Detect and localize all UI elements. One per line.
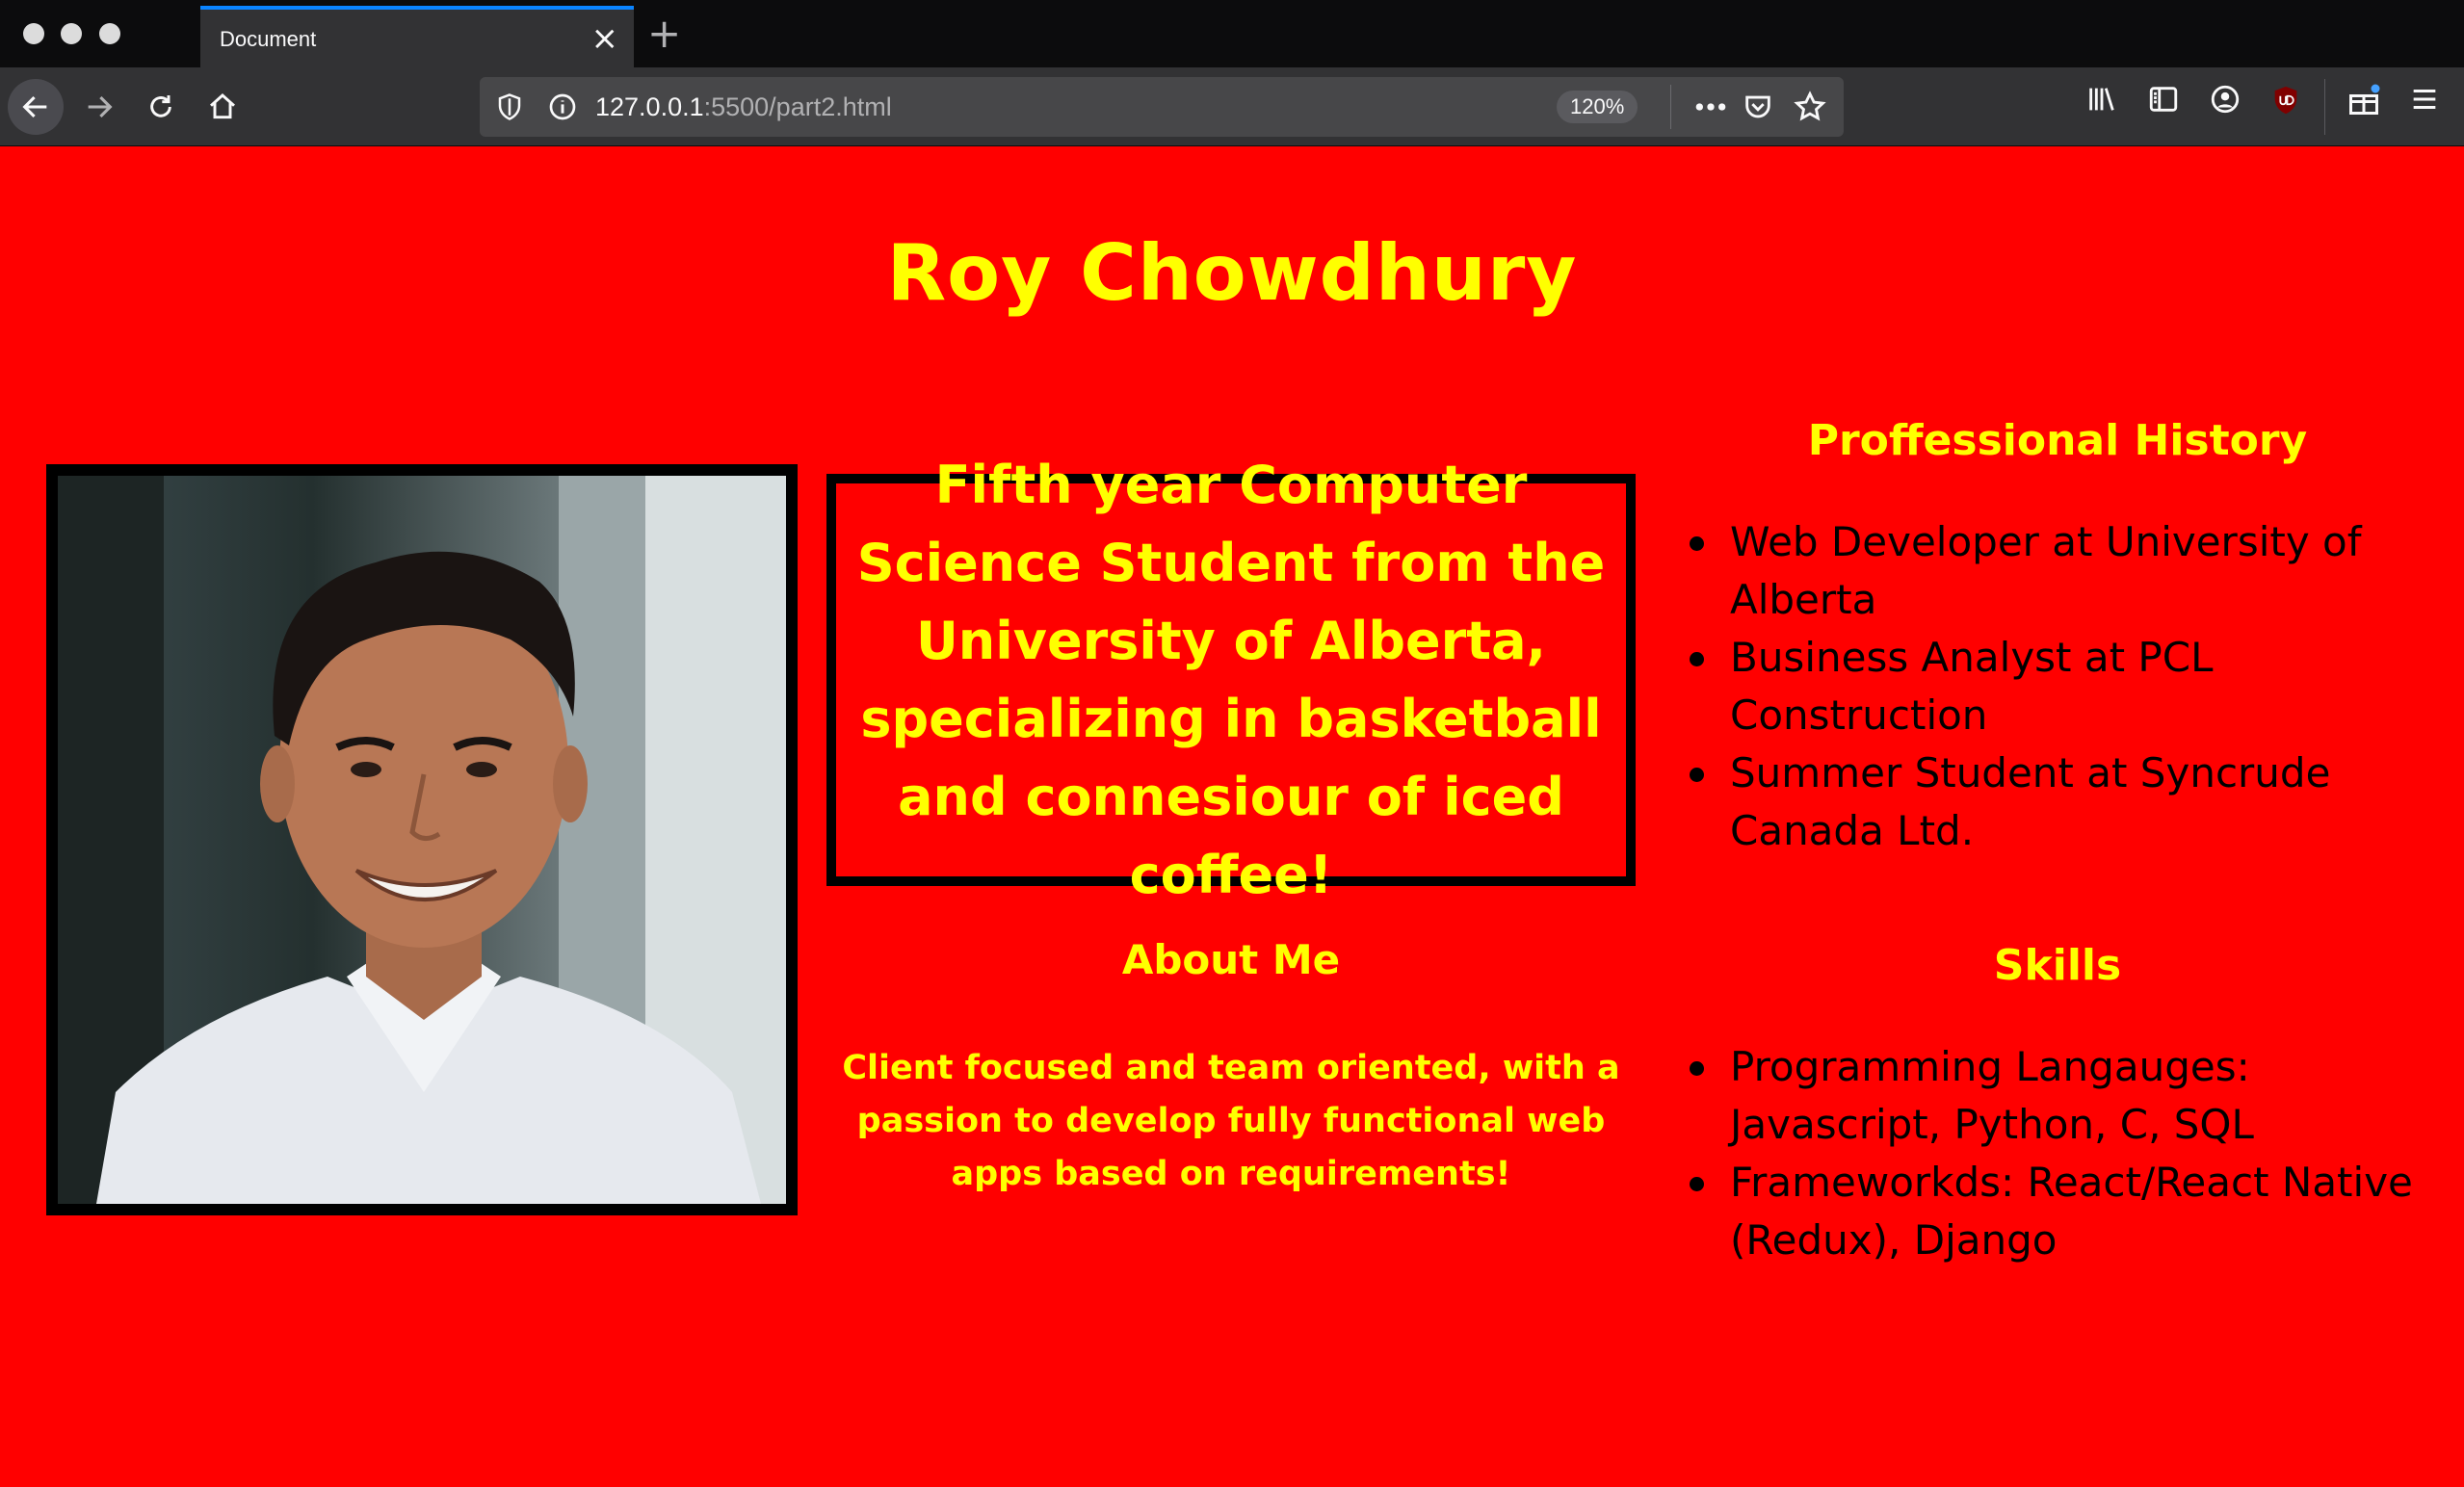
- list-item: Web Developer at University of Alberta: [1672, 513, 2443, 629]
- ublock-icon[interactable]: [2269, 83, 2302, 117]
- minimize-window-button[interactable]: [61, 23, 82, 44]
- history-section: Proffessional History Web Developer at U…: [1672, 416, 2443, 860]
- back-button[interactable]: [8, 79, 64, 135]
- url-bar-divider: [1670, 85, 1671, 129]
- menu-icon[interactable]: [2408, 83, 2441, 116]
- close-tab-icon[interactable]: ×: [591, 19, 619, 58]
- account-icon[interactable]: [2208, 83, 2242, 116]
- profile-photo: [46, 464, 798, 1215]
- zoom-level-badge[interactable]: 120%: [1557, 91, 1638, 123]
- reload-icon: [150, 95, 171, 117]
- list-item: Programming Langauges: Javascript, Pytho…: [1672, 1038, 2443, 1154]
- history-heading: Proffessional History: [1807, 416, 2308, 465]
- back-arrow-icon: [22, 95, 47, 118]
- about-text: Client focused and team oriented, with a…: [842, 1049, 1620, 1193]
- tab-bar: Document × +: [0, 0, 2464, 67]
- home-icon: [210, 93, 235, 119]
- list-item: Frameworkds: React/React Native (Redux),…: [1672, 1154, 2443, 1269]
- skills-list: Programming Langauges: Javascript, Pytho…: [1672, 1038, 2443, 1269]
- close-window-button[interactable]: [23, 23, 44, 44]
- sidebar-icon[interactable]: [2146, 83, 2181, 116]
- skills-section: Skills Programming Langauges: Javascript…: [1672, 941, 2443, 1269]
- url-path: :5500/part2.html: [703, 92, 892, 121]
- toolbar-divider: [2324, 79, 2325, 135]
- history-list: Web Developer at University of Alberta B…: [1672, 513, 2443, 860]
- page-title: Roy Chowdhury: [886, 228, 1578, 318]
- site-info-icon[interactable]: [547, 91, 578, 122]
- url-host: 127.0.0.1: [595, 92, 704, 121]
- reload-button[interactable]: [133, 79, 189, 135]
- library-icon[interactable]: [2084, 83, 2119, 116]
- intro-text: Fifth year Computer Science Student from…: [856, 455, 1606, 905]
- new-tab-button[interactable]: +: [647, 12, 681, 56]
- skills-heading: Skills: [1993, 941, 2122, 990]
- more-actions-icon[interactable]: [1691, 92, 1730, 121]
- bookmark-star-icon[interactable]: [1794, 91, 1826, 123]
- tracking-shield-icon[interactable]: [495, 91, 524, 122]
- forward-button[interactable]: [71, 79, 127, 135]
- url-text[interactable]: 127.0.0.1:5500/part2.html: [595, 92, 892, 122]
- url-bar[interactable]: 127.0.0.1:5500/part2.html 120%: [480, 77, 1844, 137]
- maximize-window-button[interactable]: [99, 23, 120, 44]
- pocket-icon[interactable]: [1742, 91, 1774, 123]
- forward-arrow-icon: [88, 95, 113, 118]
- tab-title: Document: [220, 27, 317, 51]
- extensions-gift-icon[interactable]: [2346, 83, 2381, 117]
- intro-box: Fifth year Computer Science Student from…: [826, 455, 1636, 905]
- page-content: Roy Chowdhury Fifth year Computer Scienc…: [0, 146, 2464, 1487]
- list-item: Summer Student at Syncrude Canada Ltd.: [1672, 744, 2443, 860]
- navigation-toolbar: 127.0.0.1:5500/part2.html 120%: [0, 67, 2464, 146]
- about-heading: About Me: [1121, 936, 1341, 983]
- home-button[interactable]: [195, 79, 250, 135]
- portrait-photo-icon: [58, 476, 786, 1204]
- tab-document[interactable]: Document ×: [200, 6, 634, 67]
- list-item: Business Analyst at PCL Construction: [1672, 629, 2443, 744]
